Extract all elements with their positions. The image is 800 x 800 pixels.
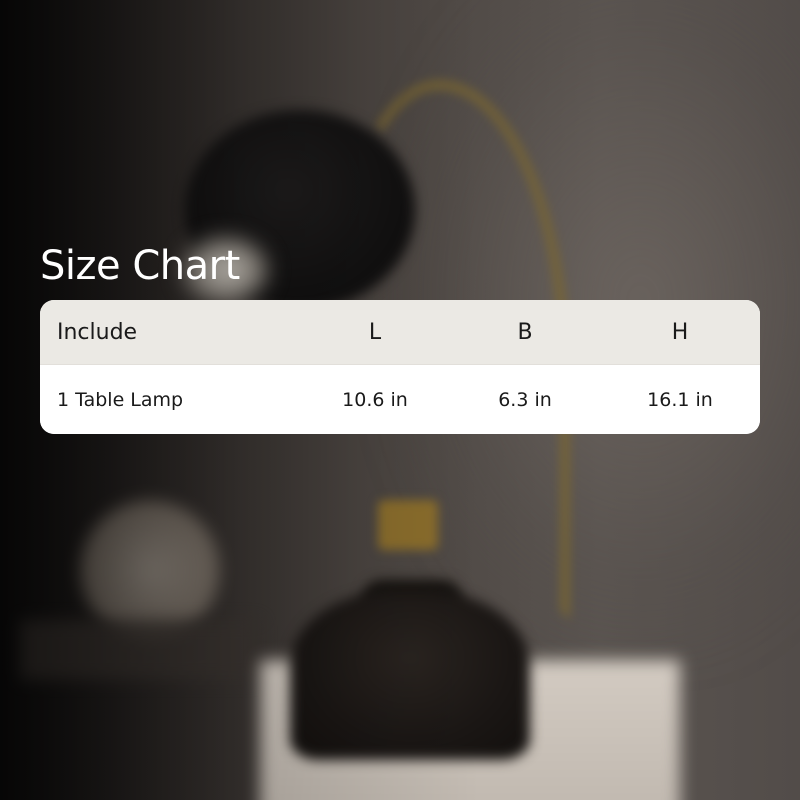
size-chart-title: Size Chart	[40, 243, 240, 289]
table-row: 1 Table Lamp 10.6 in 6.3 in 16.1 in	[40, 364, 760, 434]
table-header-row: Include L B H	[40, 300, 760, 364]
product-image-canvas: Size Chart Include L B H 1 Table Lamp 10…	[0, 0, 800, 800]
cell-breadth-value: 6.3 in	[498, 389, 552, 411]
cell-include-item: 1 Table Lamp	[57, 389, 184, 411]
cell-length-value: 10.6 in	[342, 389, 408, 411]
header-breadth: B	[517, 319, 533, 345]
header-length: L	[368, 319, 382, 345]
header-height: H	[671, 319, 689, 345]
size-chart-table: Include L B H 1 Table Lamp 10.6 in 6.3 i…	[40, 300, 760, 434]
header-include: Include	[57, 319, 138, 345]
cell-height-value: 16.1 in	[647, 389, 713, 411]
